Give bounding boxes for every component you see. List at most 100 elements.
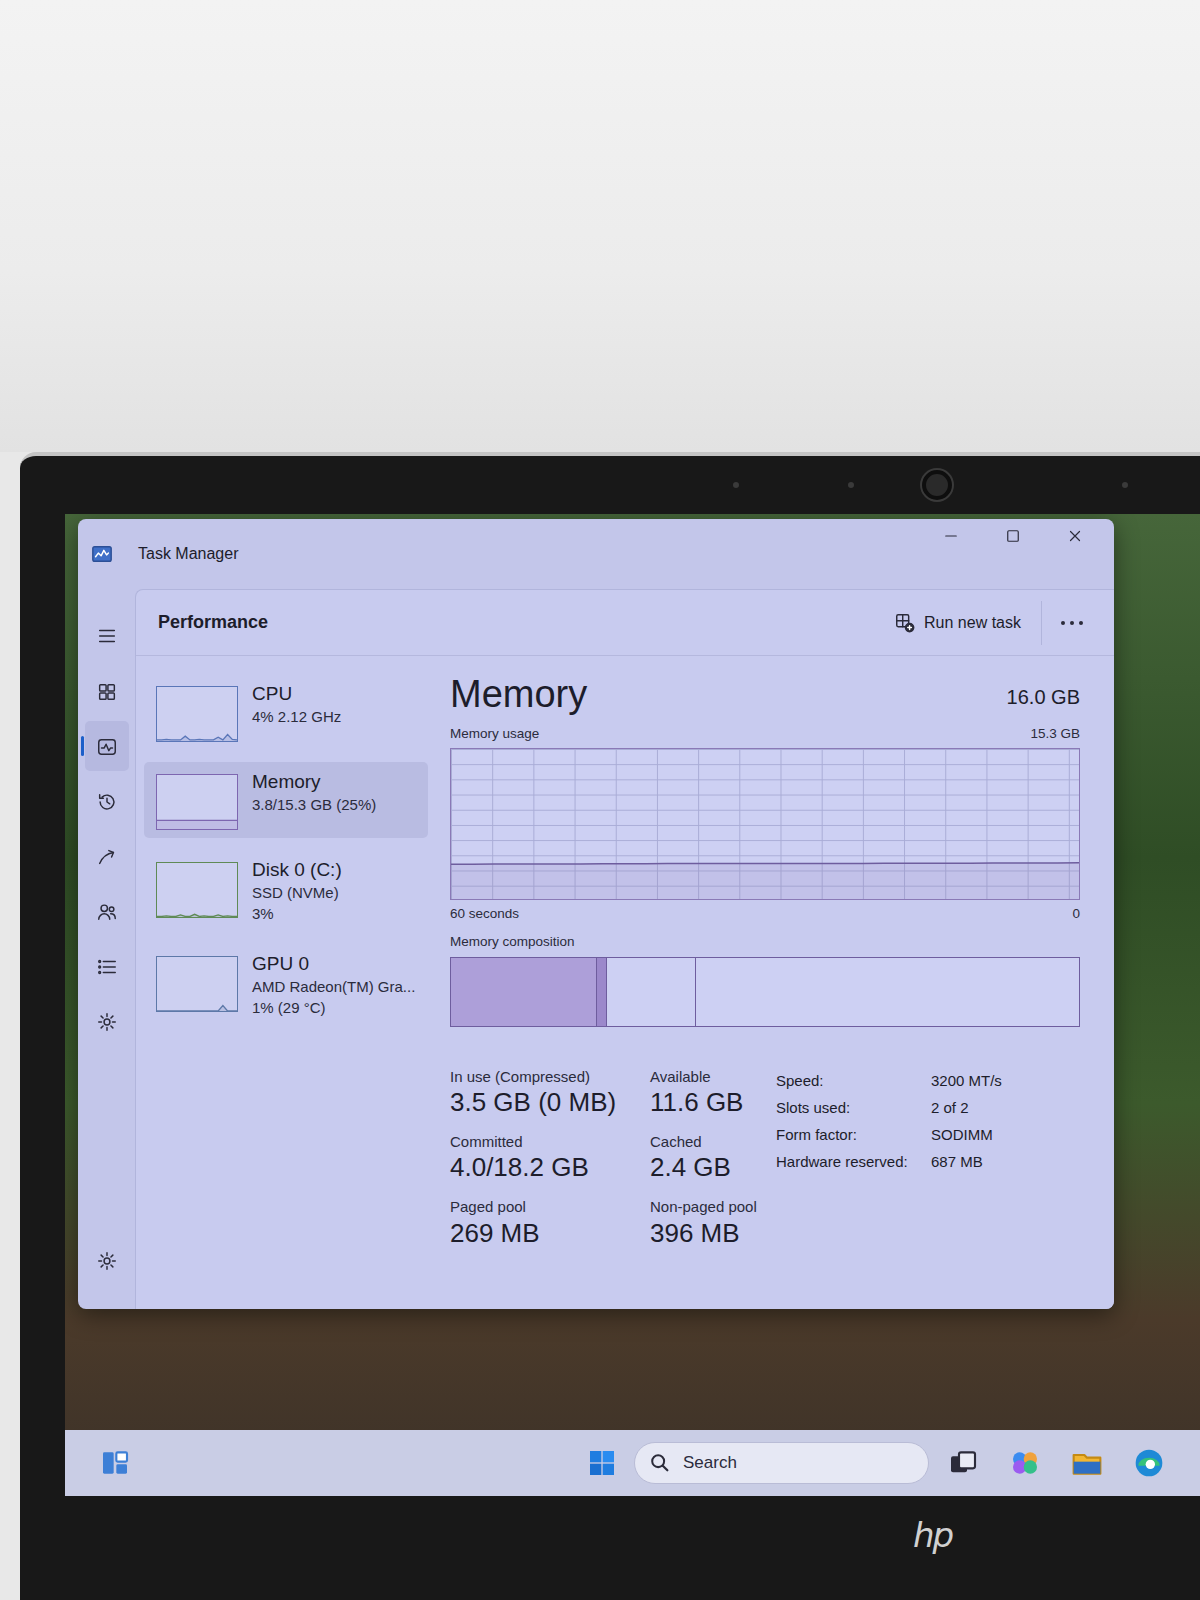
nav-item[interactable]: [85, 886, 129, 936]
page-title: Performance: [158, 609, 268, 636]
stat-value: 3.5 GB (0 MB): [450, 1086, 650, 1120]
menu-button[interactable]: [85, 611, 129, 661]
nav-item[interactable]: [85, 941, 129, 991]
side-nav: [78, 589, 135, 1309]
widgets-icon[interactable]: [99, 1447, 131, 1479]
device-item[interactable]: GPU 0AMD Radeon(TM) Gra...1% (29 °C): [144, 944, 428, 1026]
composition-label: Memory composition: [450, 932, 1080, 952]
users-icon: [96, 901, 118, 923]
composition-segment[interactable]: [451, 958, 597, 1026]
device-thumbnail: [156, 862, 238, 918]
stat-label: Committed: [450, 1132, 650, 1152]
stat-value: 11.6 GB: [650, 1086, 762, 1120]
device-detail: SSD (NVMe): [252, 882, 342, 903]
panel-content: CPU4% 2.12 GHzMemory3.8/15.3 GB (25%)Dis…: [136, 656, 1114, 1309]
nav-item[interactable]: [85, 996, 129, 1046]
startup-icon: [96, 846, 118, 868]
copilot-icon[interactable]: [1009, 1447, 1041, 1479]
device-name: Memory: [252, 770, 376, 794]
nav-glyph: [96, 789, 118, 813]
spec-value: 3200 MT/s: [931, 1067, 1002, 1094]
detail-title: Memory: [450, 674, 587, 716]
settings-button[interactable]: [85, 1236, 129, 1286]
details-icon: [96, 956, 118, 978]
device-thumbnail: [156, 774, 238, 830]
device-name: Disk 0 (C:): [252, 858, 342, 882]
memory-stats: In use (Compressed)3.5 GB (0 MB)Availabl…: [450, 1067, 1080, 1251]
stat-label: Non-paged pool: [650, 1197, 762, 1217]
graph-labels: Memory usage15.3 GB: [450, 724, 1080, 744]
nav-glyph: [96, 734, 118, 758]
usage-line: [451, 749, 1079, 899]
composition-segment[interactable]: [597, 958, 607, 1026]
maximize-button[interactable]: [982, 527, 1044, 545]
stat-value: 4.0/18.2 GB: [450, 1151, 650, 1185]
device-list: CPU4% 2.12 GHz Memory3.8/15.3 GB (25%) Dis…: [136, 656, 436, 1309]
more-icon: [1060, 618, 1084, 628]
axis-max-label: 15.3 GB: [1030, 724, 1080, 744]
nav-item[interactable]: [85, 721, 129, 771]
title-bar[interactable]: Task Manager: [78, 519, 1114, 589]
device-name: CPU: [252, 682, 341, 706]
window-title: Task Manager: [138, 542, 239, 566]
task-manager-window[interactable]: Task Manager Performance Run new task CPU4%…: [78, 519, 1114, 1309]
task-view-icon[interactable]: [947, 1447, 979, 1479]
spec-table: Speed:3200 MT/sSlots used:2 of 2Form fac…: [776, 1067, 1002, 1251]
device-detail: 3.8/15.3 GB (25%): [252, 794, 376, 815]
task-manager-icon: [90, 543, 114, 565]
search-placeholder: Search: [683, 1450, 737, 1476]
window-body: PerformanceRun new taskCPU4% 2.12 GHzMem…: [78, 589, 1114, 1309]
time-end-label: 0: [1072, 904, 1080, 924]
sparkline: [157, 957, 237, 1011]
edge-browser-icon[interactable]: [1133, 1447, 1165, 1479]
usage-graph: [450, 748, 1080, 900]
run-new-task-button[interactable]: Run new task: [884, 605, 1031, 641]
device-item[interactable]: Disk 0 (C:)SSD (NVMe)3%: [144, 850, 428, 932]
stat-label: In use (Compressed): [450, 1067, 650, 1087]
stat: In use (Compressed)3.5 GB (0 MB): [450, 1067, 650, 1120]
sensor-dot: [848, 482, 854, 488]
device-text: Memory3.8/15.3 GB (25%): [252, 770, 376, 830]
laptop: Task Manager Performance Run new task CPU4%…: [20, 452, 1200, 1600]
spec-value: 687 MB: [931, 1148, 1002, 1175]
nav-item[interactable]: [85, 831, 129, 881]
stat-label: Cached: [650, 1132, 762, 1152]
device-detail: AMD Radeon(TM) Gra...: [252, 976, 415, 997]
stat-value: 2.4 GB: [650, 1151, 762, 1185]
nav-item[interactable]: [85, 666, 129, 716]
device-item[interactable]: CPU4% 2.12 GHz: [144, 674, 428, 750]
stat: Available11.6 GB: [650, 1067, 762, 1120]
hamburger-icon: [96, 625, 118, 647]
taskbar-search[interactable]: Search: [634, 1442, 929, 1484]
performance-icon: [96, 736, 118, 758]
maximize-icon: [1004, 527, 1022, 545]
brand-logo: hp: [913, 1510, 1200, 1561]
windows-start-icon[interactable]: [586, 1447, 618, 1479]
composition-bar: [450, 957, 1080, 1027]
sparkline: [157, 863, 237, 917]
close-button[interactable]: [1044, 527, 1106, 545]
screen: Task Manager Performance Run new task CPU4%…: [65, 514, 1200, 1496]
device-item[interactable]: Memory3.8/15.3 GB (25%): [144, 762, 428, 838]
time-start-label: 60 seconds: [450, 904, 519, 924]
more-button[interactable]: [1052, 611, 1092, 635]
memory-detail: Memory 16.0 GB Memory usage15.3 GB 60 secon…: [436, 656, 1114, 1309]
time-axis: 60 seconds 0: [450, 904, 1080, 924]
device-text: Disk 0 (C:)SSD (NVMe)3%: [252, 858, 342, 924]
stat-label: Available: [650, 1067, 762, 1087]
spec-label: Hardware reserved:: [776, 1148, 931, 1175]
nav-item[interactable]: [85, 776, 129, 826]
device-detail: 3%: [252, 903, 342, 924]
total-memory: 16.0 GB: [1007, 682, 1080, 716]
sparkline: [157, 687, 237, 741]
stats-grid: In use (Compressed)3.5 GB (0 MB)Availabl…: [450, 1067, 762, 1251]
minimize-button[interactable]: [920, 527, 982, 545]
composition-segment[interactable]: [607, 958, 696, 1026]
file-explorer-icon[interactable]: [1071, 1447, 1103, 1479]
minimize-icon: [942, 527, 960, 545]
device-thumbnail: [156, 686, 238, 742]
nav-glyph: [96, 844, 118, 868]
composition-segment[interactable]: [696, 958, 1079, 1026]
run-new-task-label: Run new task: [924, 611, 1021, 635]
nav-glyph: [96, 899, 118, 923]
